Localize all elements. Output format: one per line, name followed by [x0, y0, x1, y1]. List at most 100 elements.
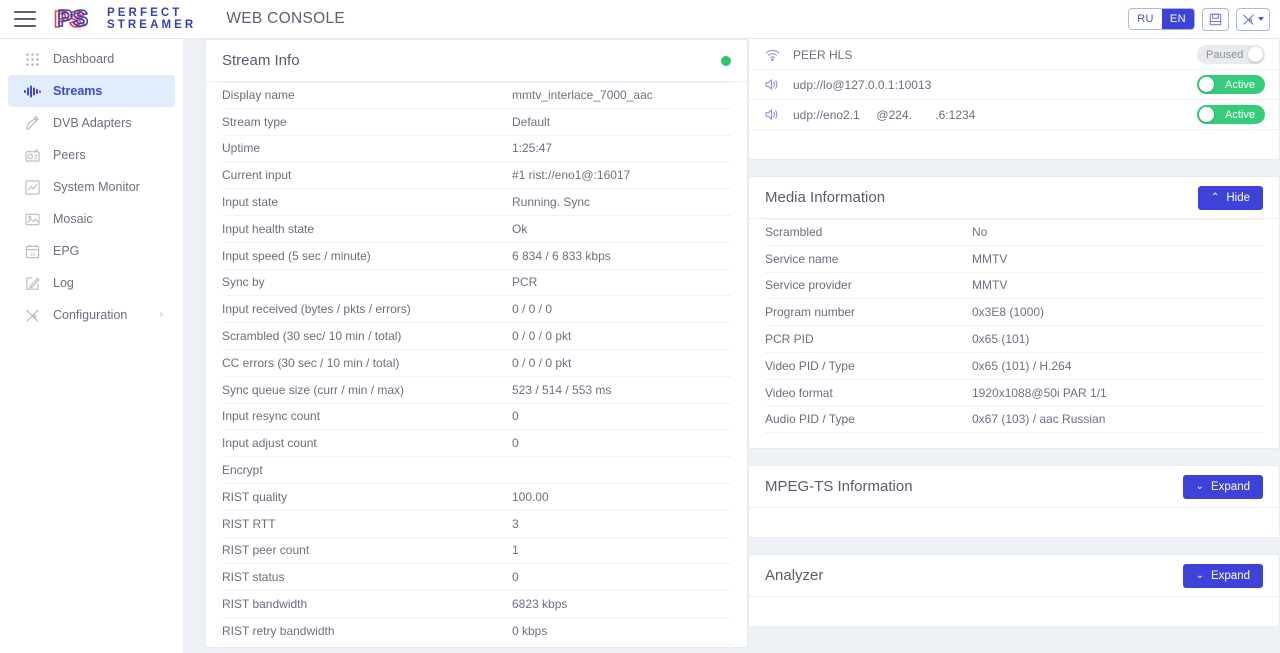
- table-row: Stream type Default: [222, 109, 731, 136]
- table-row: Audio PID / Type 0x67 (103) / aac Russian: [765, 407, 1263, 434]
- row-key: Service provider: [765, 278, 852, 293]
- table-row: Display name mmtv_interlace_7000_aac: [222, 82, 731, 109]
- sidebar-item-peers[interactable]: Peers: [8, 139, 175, 171]
- row-value: 0x67 (103) / aac Russian: [972, 412, 1106, 427]
- row-key: PCR PID: [765, 332, 814, 347]
- output-toggle-udp-lo[interactable]: Active: [1197, 75, 1265, 94]
- lang-ru-button[interactable]: RU: [1129, 9, 1162, 29]
- row-key: RIST RTT: [222, 516, 276, 531]
- row-key: RIST peer count: [222, 543, 310, 558]
- row-value: 3: [512, 516, 519, 531]
- row-value: 0: [512, 570, 519, 585]
- radio-icon: [24, 147, 41, 164]
- table-row: RIST peer count 1: [222, 538, 731, 565]
- output-label: PEER HLS: [793, 47, 853, 62]
- table-row: RIST bandwidth 6823 kbps: [222, 591, 731, 618]
- table-row: Video format 1920x1088@50i PAR 1/1: [765, 380, 1263, 407]
- ps-logo-icon: PS PS: [54, 6, 100, 32]
- sidebar-item-system-monitor[interactable]: System Monitor: [8, 171, 175, 203]
- row-value: 523 / 514 / 553 ms: [512, 382, 612, 397]
- save-icon-button[interactable]: [1202, 7, 1229, 31]
- table-row: Program number 0x3E8 (1000): [765, 299, 1263, 327]
- hamburger-menu-icon[interactable]: [14, 11, 36, 27]
- media-information-hide-button[interactable]: ⌃ Hide: [1197, 185, 1263, 210]
- sidebar-item-dvb-adapters[interactable]: DVB Adapters: [8, 107, 175, 139]
- sidebar-item-label: Dashboard: [53, 52, 115, 66]
- row-key: CC errors (30 sec / 10 min / total): [222, 355, 400, 370]
- waveform-icon: [24, 83, 41, 100]
- language-switcher[interactable]: RU EN: [1128, 8, 1195, 30]
- row-key: Input health state: [222, 221, 315, 236]
- button-label: Expand: [1210, 569, 1250, 582]
- speaker-icon: [765, 108, 783, 121]
- row-value: Default: [512, 114, 551, 129]
- sidebar-item-epg[interactable]: 15 EPG: [8, 235, 175, 267]
- sidebar-item-label: Configuration: [53, 308, 128, 322]
- output-row-udp-eno2[interactable]: udp://eno2.1 @224. .6:1234 Active: [749, 100, 1279, 130]
- main-content: Stream Info Display name mmtv_interlace_7…: [183, 33, 1280, 653]
- sidebar-item-dashboard[interactable]: Dashboard: [8, 43, 175, 75]
- sidebar-item-label: Mosaic: [53, 212, 93, 226]
- table-row: Scrambled (30 sec/ 10 min / total) 0 / 0 …: [222, 323, 731, 350]
- row-value: 0 / 0 / 0 pkt: [512, 329, 572, 344]
- table-row: Sync by PCR: [222, 270, 731, 297]
- lang-en-button[interactable]: EN: [1161, 9, 1194, 29]
- sidebar-item-label: System Monitor: [53, 180, 140, 194]
- row-value: 100.00: [512, 489, 549, 504]
- stream-info-card: Stream Info Display name mmtv_interlace_7…: [205, 39, 748, 648]
- row-key: Scrambled (30 sec/ 10 min / total): [222, 329, 402, 344]
- output-row-udp-lo[interactable]: udp://lo@127.0.0.1:10013 Active: [749, 70, 1279, 100]
- chevron-down-icon: ⌄: [1195, 480, 1204, 492]
- mpegts-information-expand-button[interactable]: ⌄ Expand: [1182, 474, 1263, 499]
- row-value: Running. Sync: [512, 195, 591, 210]
- table-row: Service provider MMTV: [765, 273, 1263, 300]
- header-controls: RU EN: [1128, 7, 1270, 31]
- sidebar-item-configuration[interactable]: Configuration ›: [8, 299, 175, 331]
- row-value: No: [972, 225, 988, 240]
- mpegts-information-body: [749, 508, 1279, 537]
- analyzer-header: Analyzer ⌄ Expand: [749, 555, 1279, 598]
- row-value: 0x3E8 (1000): [972, 305, 1045, 320]
- row-value: PCR: [512, 275, 538, 290]
- calendar-icon: 15: [24, 243, 41, 260]
- row-value: 0x65 (101): [972, 332, 1030, 347]
- sidebar-item-log[interactable]: Log: [8, 267, 175, 299]
- satellite-dish-icon: [24, 115, 41, 132]
- toggle-state-label: Paused: [1206, 48, 1244, 61]
- app-logo: PS PS PERFECT STREAMER: [54, 6, 196, 32]
- row-key: Audio PID / Type: [765, 412, 855, 427]
- row-key: Input adjust count: [222, 436, 317, 451]
- row-value: 6823 kbps: [512, 597, 568, 612]
- table-row: Input state Running. Sync: [222, 189, 731, 216]
- row-key: RIST bandwidth: [222, 597, 308, 612]
- row-key: Input resync count: [222, 409, 321, 424]
- sidebar-navigation: Dashboard Streams DVB Adapters Peers Sys…: [0, 39, 183, 653]
- right-column: PEER HLS Paused udp://lo@127.0.0.1:10013…: [748, 33, 1280, 653]
- row-key: Sync queue size (curr / min / max): [222, 382, 405, 397]
- row-key: Uptime: [222, 141, 261, 156]
- row-key: Input speed (5 sec / minute): [222, 248, 371, 263]
- stream-info-header: Stream Info: [206, 40, 747, 82]
- table-row: Input speed (5 sec / minute) 6 834 / 6 83…: [222, 243, 731, 270]
- svg-text:PS: PS: [58, 6, 89, 31]
- sidebar-item-streams[interactable]: Streams: [8, 75, 175, 107]
- sidebar-item-mosaic[interactable]: Mosaic: [8, 203, 175, 235]
- output-toggle-udp-eno2[interactable]: Active: [1197, 105, 1265, 124]
- row-key: Input state: [222, 195, 279, 210]
- output-row-peer-hls[interactable]: PEER HLS Paused: [749, 40, 1279, 70]
- row-key: Video PID / Type: [765, 358, 855, 373]
- table-row: RIST retry bandwidth 0 kbps: [222, 618, 731, 645]
- analyzer-expand-button[interactable]: ⌄ Expand: [1182, 563, 1263, 588]
- pencil-square-icon: [24, 275, 41, 292]
- image-icon: [24, 211, 41, 228]
- output-toggle-peer-hls[interactable]: Paused: [1197, 45, 1265, 64]
- row-value: 1:25:47: [512, 141, 553, 156]
- tools-menu-button[interactable]: [1236, 7, 1270, 31]
- row-key: Scrambled: [765, 225, 823, 240]
- stream-outputs-card: PEER HLS Paused udp://lo@127.0.0.1:10013…: [748, 33, 1280, 160]
- mpegts-information-card: MPEG-TS Information ⌄ Expand: [748, 465, 1280, 539]
- sidebar-item-label: Streams: [53, 84, 103, 98]
- table-row: Input received (bytes / pkts / errors) 0 …: [222, 296, 731, 324]
- chevron-down-icon: [1258, 17, 1264, 21]
- table-row: CC errors (30 sec / 10 min / total) 0 / 0…: [222, 350, 731, 377]
